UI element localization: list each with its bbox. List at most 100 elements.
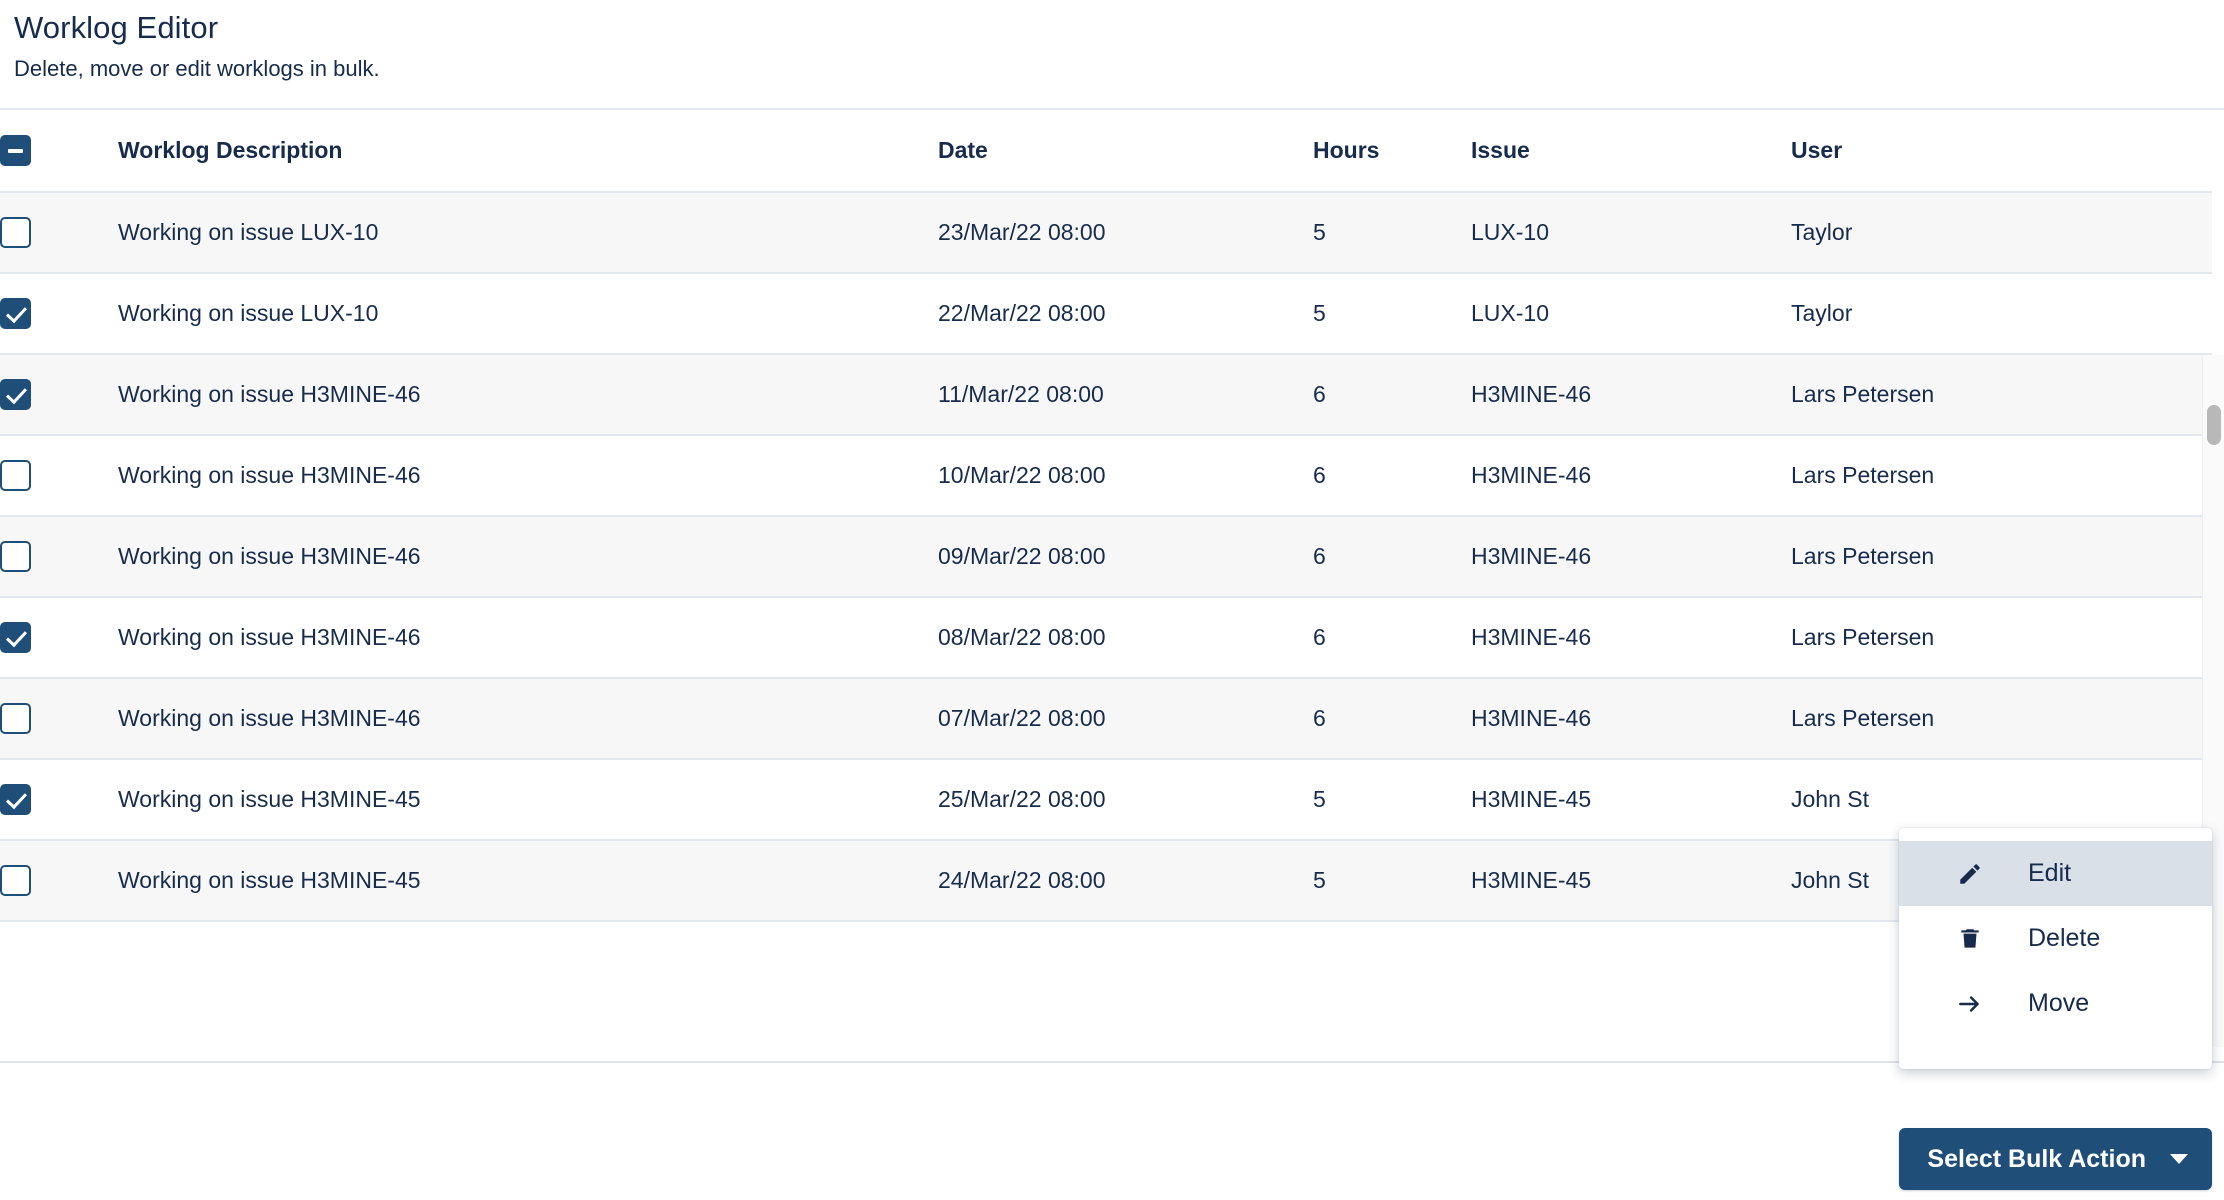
menu-item-move-label: Move xyxy=(2028,991,2089,1016)
cell-user: Taylor xyxy=(1791,192,2212,273)
cell-hours: 5 xyxy=(1313,192,1471,273)
column-header-date[interactable]: Date xyxy=(938,110,1313,192)
table-row[interactable]: Working on issue H3MINE-4609/Mar/22 08:0… xyxy=(0,516,2212,597)
cell-user: Lars Petersen xyxy=(1791,678,2212,759)
select-bulk-action-label: Select Bulk Action xyxy=(1927,1145,2146,1174)
table-row[interactable]: Working on issue H3MINE-4607/Mar/22 08:0… xyxy=(0,678,2212,759)
table-row[interactable]: Working on issue LUX-1022/Mar/22 08:005L… xyxy=(0,273,2212,354)
table-row[interactable]: Working on issue H3MINE-4611/Mar/22 08:0… xyxy=(0,354,2212,435)
row-checkbox[interactable] xyxy=(0,541,31,572)
cell-description: Working on issue H3MINE-45 xyxy=(118,840,938,921)
page-subtitle: Delete, move or edit worklogs in bulk. xyxy=(14,52,2224,86)
cell-date: 09/Mar/22 08:00 xyxy=(938,516,1313,597)
cell-date: 24/Mar/22 08:00 xyxy=(938,840,1313,921)
cell-hours: 6 xyxy=(1313,597,1471,678)
menu-item-move[interactable]: Move xyxy=(1899,971,2212,1036)
scrollbar-thumb[interactable] xyxy=(2207,405,2221,445)
cell-user: Lars Petersen xyxy=(1791,354,2212,435)
cell-description: Working on issue H3MINE-46 xyxy=(118,597,938,678)
select-all-header-cell xyxy=(0,110,118,192)
worklog-table: Worklog Description Date Hours Issue Use… xyxy=(0,110,2212,922)
table-row[interactable]: Working on issue H3MINE-4524/Mar/22 08:0… xyxy=(0,840,2212,921)
row-checkbox[interactable] xyxy=(0,622,31,653)
table-row[interactable]: Working on issue H3MINE-4608/Mar/22 08:0… xyxy=(0,597,2212,678)
trash-icon xyxy=(1957,926,1983,952)
select-bulk-action-button[interactable]: Select Bulk Action xyxy=(1899,1128,2212,1190)
row-checkbox[interactable] xyxy=(0,379,31,410)
table-header-row: Worklog Description Date Hours Issue Use… xyxy=(0,110,2212,192)
cell-issue: H3MINE-46 xyxy=(1471,435,1791,516)
cell-date: 25/Mar/22 08:00 xyxy=(938,759,1313,840)
column-header-issue[interactable]: Issue xyxy=(1471,110,1791,192)
row-checkbox[interactable] xyxy=(0,784,31,815)
cell-description: Working on issue H3MINE-45 xyxy=(118,759,938,840)
cell-hours: 5 xyxy=(1313,273,1471,354)
cell-description: Working on issue LUX-10 xyxy=(118,273,938,354)
cell-description: Working on issue LUX-10 xyxy=(118,192,938,273)
cell-issue: H3MINE-46 xyxy=(1471,678,1791,759)
cell-description: Working on issue H3MINE-46 xyxy=(118,354,938,435)
row-checkbox-cell xyxy=(0,354,118,435)
cell-issue: H3MINE-45 xyxy=(1471,840,1791,921)
menu-item-delete[interactable]: Delete xyxy=(1899,906,2212,971)
cell-user: Taylor xyxy=(1791,273,2212,354)
cell-issue: H3MINE-46 xyxy=(1471,354,1791,435)
cell-issue: LUX-10 xyxy=(1471,192,1791,273)
table-row[interactable]: Working on issue LUX-1023/Mar/22 08:005L… xyxy=(0,192,2212,273)
column-header-hours[interactable]: Hours xyxy=(1313,110,1471,192)
row-checkbox-cell xyxy=(0,516,118,597)
row-checkbox-cell xyxy=(0,759,118,840)
row-checkbox-cell xyxy=(0,192,118,273)
cell-date: 08/Mar/22 08:00 xyxy=(938,597,1313,678)
cell-issue: LUX-10 xyxy=(1471,273,1791,354)
page-title: Worklog Editor xyxy=(14,8,2224,48)
row-checkbox[interactable] xyxy=(0,298,31,329)
row-checkbox[interactable] xyxy=(0,460,31,491)
row-checkbox-cell xyxy=(0,678,118,759)
cell-description: Working on issue H3MINE-46 xyxy=(118,435,938,516)
cell-description: Working on issue H3MINE-46 xyxy=(118,516,938,597)
select-all-checkbox[interactable] xyxy=(0,135,31,166)
cell-date: 10/Mar/22 08:00 xyxy=(938,435,1313,516)
worklog-table-container: Worklog Description Date Hours Issue Use… xyxy=(0,110,2224,922)
cell-user: Lars Petersen xyxy=(1791,516,2212,597)
chevron-down-icon xyxy=(2170,1154,2188,1164)
cell-issue: H3MINE-46 xyxy=(1471,516,1791,597)
menu-item-edit[interactable]: Edit xyxy=(1899,841,2212,906)
row-checkbox[interactable] xyxy=(0,865,31,896)
column-header-description[interactable]: Worklog Description xyxy=(118,110,938,192)
row-checkbox-cell xyxy=(0,840,118,921)
row-checkbox-cell xyxy=(0,435,118,516)
cell-user: Lars Petersen xyxy=(1791,597,2212,678)
cell-date: 22/Mar/22 08:00 xyxy=(938,273,1313,354)
cell-date: 23/Mar/22 08:00 xyxy=(938,192,1313,273)
menu-item-edit-label: Edit xyxy=(2028,861,2071,886)
cell-date: 11/Mar/22 08:00 xyxy=(938,354,1313,435)
cell-hours: 5 xyxy=(1313,759,1471,840)
cell-issue: H3MINE-46 xyxy=(1471,597,1791,678)
cell-hours: 5 xyxy=(1313,840,1471,921)
footer-divider xyxy=(0,1061,2224,1063)
cell-user: Lars Petersen xyxy=(1791,435,2212,516)
worklog-editor-page: Worklog Editor Delete, move or edit work… xyxy=(0,0,2224,1200)
row-checkbox[interactable] xyxy=(0,703,31,734)
table-body: Working on issue LUX-1023/Mar/22 08:005L… xyxy=(0,192,2212,921)
cell-hours: 6 xyxy=(1313,435,1471,516)
cell-hours: 6 xyxy=(1313,354,1471,435)
cell-hours: 6 xyxy=(1313,678,1471,759)
cell-description: Working on issue H3MINE-46 xyxy=(118,678,938,759)
row-checkbox[interactable] xyxy=(0,217,31,248)
row-checkbox-cell xyxy=(0,597,118,678)
cell-hours: 6 xyxy=(1313,516,1471,597)
bulk-action-dropdown-menu: Edit Delete Move xyxy=(1899,828,2212,1069)
table-row[interactable]: Working on issue H3MINE-4610/Mar/22 08:0… xyxy=(0,435,2212,516)
row-checkbox-cell xyxy=(0,273,118,354)
column-header-user[interactable]: User xyxy=(1791,110,2212,192)
arrow-right-icon xyxy=(1957,991,1983,1017)
table-row[interactable]: Working on issue H3MINE-4525/Mar/22 08:0… xyxy=(0,759,2212,840)
cell-issue: H3MINE-45 xyxy=(1471,759,1791,840)
cell-date: 07/Mar/22 08:00 xyxy=(938,678,1313,759)
pencil-icon xyxy=(1957,861,1983,887)
page-header: Worklog Editor Delete, move or edit work… xyxy=(0,0,2224,86)
menu-item-delete-label: Delete xyxy=(2028,926,2100,951)
